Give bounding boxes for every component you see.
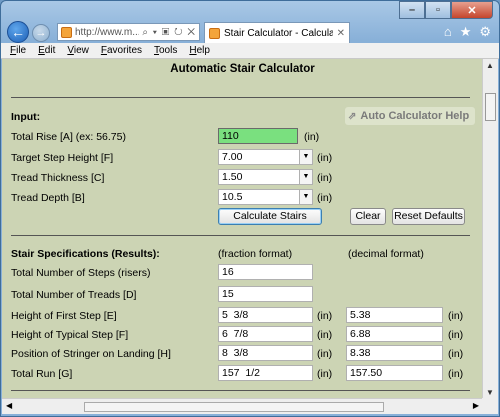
unit-label: (in) [448, 329, 464, 341]
horizontal-scrollbar[interactable]: ◀ ▶ [2, 398, 483, 414]
menu-edit[interactable]: Edit [38, 45, 55, 56]
menu-bar: File Edit View Favorites Tools Help [1, 43, 499, 59]
unit-label: (in) [317, 172, 333, 184]
site-favicon-icon [61, 26, 72, 38]
stringer-position-decimal[interactable]: 8.38 [346, 345, 443, 361]
decimal-format-header: (decimal format) [348, 248, 424, 260]
stringer-position-fraction[interactable]: 8 3/8 [218, 345, 313, 361]
step-height-label: Target Step Height [F] [11, 152, 114, 164]
browser-window: – ▫ ✕ ← → http://www.m... ⌕ ▾ ▣ ↻ ✕ Stai… [0, 0, 500, 417]
tread-thickness-label: Tread Thickness [C] [11, 172, 105, 184]
input-heading: Input: [11, 111, 41, 123]
tread-thickness-value: 1.50 [222, 171, 243, 183]
typical-step-label: Height of Typical Step [F] [11, 329, 129, 341]
unit-label: (in) [448, 348, 464, 360]
unit-label: (in) [317, 310, 333, 322]
chevron-down-icon[interactable]: ▼ [299, 190, 312, 204]
typical-step-fraction[interactable]: 6 7/8 [218, 326, 313, 342]
first-step-label: Height of First Step [E] [11, 310, 117, 322]
unit-label: (in) [317, 329, 333, 341]
typical-step-decimal[interactable]: 6.88 [346, 326, 443, 342]
tread-thickness-select[interactable]: 1.50 ▼ [218, 169, 313, 185]
total-run-label: Total Run [G] [11, 368, 73, 380]
first-step-decimal[interactable]: 5.38 [346, 307, 443, 323]
menu-view[interactable]: View [67, 45, 89, 56]
clear-button[interactable]: Clear [350, 208, 386, 225]
menu-file[interactable]: File [10, 45, 26, 56]
scroll-left-icon[interactable]: ◀ [6, 401, 12, 410]
horizontal-scroll-thumb[interactable] [84, 402, 384, 412]
results-heading: Stair Specifications (Results): [11, 248, 160, 260]
tab-close-icon[interactable]: ✕ [337, 28, 345, 39]
scroll-up-icon[interactable]: ▲ [486, 61, 494, 70]
total-run-fraction[interactable]: 157 1/2 [218, 365, 313, 381]
scrollbar-corner [482, 398, 498, 414]
divider [11, 235, 470, 236]
divider [11, 97, 470, 98]
chevron-down-icon[interactable]: ▼ [299, 150, 312, 164]
scroll-down-icon[interactable]: ▼ [486, 388, 494, 397]
close-window-button[interactable]: ✕ [451, 1, 493, 19]
unit-label: (in) [448, 310, 464, 322]
unit-label: (in) [448, 368, 464, 380]
unit-label: (in) [317, 192, 333, 204]
menu-favorites[interactable]: Favorites [101, 45, 142, 56]
chevron-down-icon[interactable]: ▼ [299, 170, 312, 184]
calculator-help-button[interactable]: ⇗ Auto Calculator Help [345, 107, 475, 125]
unit-label: (in) [317, 152, 333, 164]
browser-tab[interactable]: Stair Calculator - Calculate ... ✕ [204, 22, 350, 43]
divider [11, 390, 470, 391]
settings-gear-icon[interactable]: ⚙ [479, 24, 491, 40]
navigation-bar: ← → http://www.m... ⌕ ▾ ▣ ↻ ✕ Stair Calc… [1, 21, 499, 43]
link-icon: ⇗ [348, 110, 357, 122]
total-rise-input[interactable]: 110 [218, 128, 298, 144]
tread-depth-value: 10.5 [222, 191, 243, 203]
unit-label: (in) [317, 348, 333, 360]
total-run-decimal[interactable]: 157.50 [346, 365, 443, 381]
favorites-star-icon[interactable]: ★ [460, 24, 472, 40]
total-rise-label: Total Rise [A] (ex: 56.75) [11, 131, 126, 143]
stringer-position-label: Position of Stringer on Landing [H] [11, 348, 171, 360]
page-content: Automatic Stair Calculator Input: ⇗ Auto… [2, 59, 483, 399]
total-treads-output[interactable]: 15 [218, 286, 313, 302]
maximize-button[interactable]: ▫ [425, 1, 451, 19]
vertical-scrollbar[interactable]: ▲ ▼ [482, 59, 498, 399]
home-icon[interactable]: ⌂ [444, 24, 452, 40]
browser-tools: ⌂ ★ ⚙ [444, 24, 491, 40]
address-url[interactable]: http://www.m... [75, 27, 139, 38]
fraction-format-header: (fraction format) [218, 248, 293, 260]
address-bar[interactable]: http://www.m... ⌕ ▾ ▣ ↻ ✕ [57, 23, 200, 41]
step-height-value: 7.00 [222, 151, 243, 163]
vertical-scroll-thumb[interactable] [485, 93, 496, 121]
window-controls: – ▫ ✕ [399, 1, 493, 19]
tread-depth-label: Tread Depth [B] [11, 192, 85, 204]
tab-title[interactable]: Stair Calculator - Calculate ... [224, 28, 333, 39]
tread-depth-select[interactable]: 10.5 ▼ [218, 189, 313, 205]
help-button-label: Auto Calculator Help [360, 110, 470, 122]
menu-tools[interactable]: Tools [154, 45, 177, 56]
menu-help[interactable]: Help [189, 45, 210, 56]
address-tools-icon[interactable]: ⌕ ▾ ▣ ↻ ✕ [142, 27, 196, 38]
unit-label: (in) [304, 131, 320, 143]
first-step-fraction[interactable]: 5 3/8 [218, 307, 313, 323]
back-arrow-icon[interactable]: ← [7, 21, 29, 43]
step-height-select[interactable]: 7.00 ▼ [218, 149, 313, 165]
reset-defaults-button[interactable]: Reset Defaults [392, 208, 465, 225]
forward-arrow-icon[interactable]: → [32, 24, 50, 42]
tab-favicon-icon [209, 27, 220, 39]
calculate-stairs-button[interactable]: Calculate Stairs [218, 208, 322, 225]
minimize-button[interactable]: – [399, 1, 425, 19]
total-steps-label: Total Number of Steps (risers) [11, 267, 151, 279]
page-title: Automatic Stair Calculator [170, 63, 315, 75]
total-treads-label: Total Number of Treads [D] [11, 289, 137, 301]
unit-label: (in) [317, 368, 333, 380]
total-steps-output[interactable]: 16 [218, 264, 313, 280]
scroll-right-icon[interactable]: ▶ [473, 401, 479, 410]
